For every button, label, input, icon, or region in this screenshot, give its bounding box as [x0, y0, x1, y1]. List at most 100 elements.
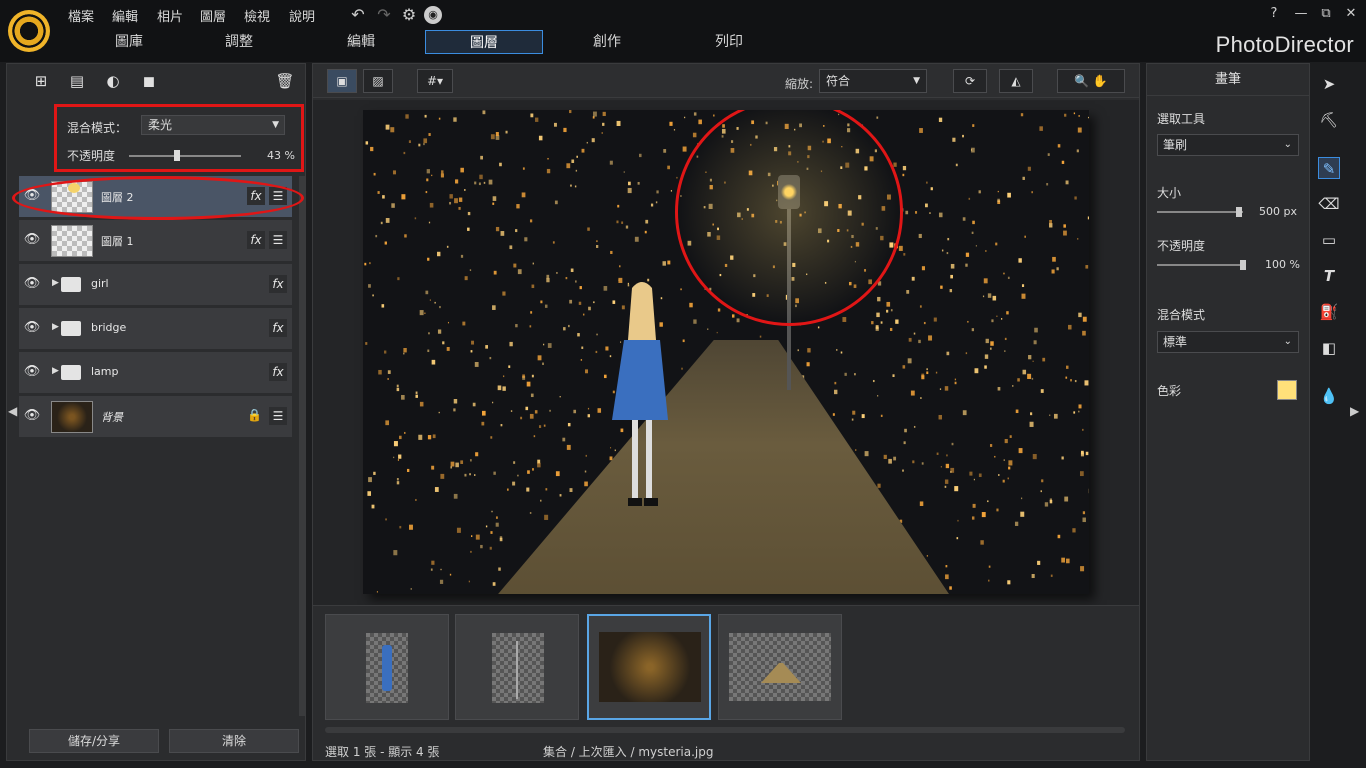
adjust-layer-icon[interactable]: ◐ [101, 72, 125, 92]
zoom-pan-tools[interactable]: 🔍 ✋ [1057, 69, 1125, 93]
layer-thumbnail [51, 401, 93, 433]
menu-edit[interactable]: 編輯 [112, 6, 138, 25]
rectangle-icon[interactable]: ▭ [1318, 229, 1340, 251]
redo-icon[interactable]: ↷ [374, 5, 394, 25]
layers-scrollbar[interactable] [299, 176, 305, 716]
filmstrip [313, 605, 1139, 740]
chevron-down-icon: ▼ [272, 120, 279, 130]
tab-edit[interactable]: 編輯 [302, 30, 420, 54]
layer-menu-icon[interactable]: ▤ [65, 72, 89, 92]
film-thumbnail[interactable] [718, 614, 842, 720]
film-thumbnail[interactable] [325, 614, 449, 720]
fx-icon[interactable]: fx [269, 319, 287, 337]
restore-button[interactable]: ⧉ [1317, 6, 1335, 22]
eye-icon[interactable]: 👁 [21, 276, 43, 292]
film-thumbnail[interactable] [455, 614, 579, 720]
quick-select-icon[interactable]: ⛏ [1318, 109, 1340, 131]
trash-icon[interactable]: 🗑 [273, 72, 297, 92]
expand-arrow-icon[interactable]: ▶ [52, 278, 59, 288]
expand-arrow-icon[interactable]: ▶ [52, 322, 59, 332]
tab-layers[interactable]: 圖層 [425, 30, 543, 54]
lock-icon: 🔒 [247, 408, 262, 422]
menu-photo[interactable]: 相片 [157, 6, 183, 25]
dropper-icon[interactable]: 💧 [1318, 385, 1340, 407]
adjustment-icon[interactable]: ☰ [269, 407, 287, 425]
eye-icon[interactable]: 👁 [21, 364, 43, 380]
folder-icon [61, 277, 81, 292]
help-button[interactable]: ? [1265, 6, 1283, 22]
size-slider[interactable] [1157, 207, 1243, 217]
collapse-right-icon[interactable]: ▶ [1350, 404, 1359, 418]
menu-help[interactable]: 說明 [289, 6, 315, 25]
brush-opacity-slider-handle[interactable] [1240, 260, 1246, 270]
layer-row[interactable]: 👁 ▶ lamp fx [19, 352, 292, 394]
opacity-label: 不透明度 [67, 149, 116, 163]
menu-layer[interactable]: 圖層 [200, 6, 226, 25]
layer-row[interactable]: 👁 圖層 1 fx ☰ [19, 220, 292, 262]
select-tool-select[interactable]: 筆刷 ⌄ [1157, 134, 1299, 156]
layer-row[interactable]: 👁 ▶ bridge fx [19, 308, 292, 350]
size-slider-handle[interactable] [1235, 207, 1242, 217]
brush-icon[interactable]: ✎ [1318, 157, 1340, 179]
rotate-button[interactable]: ⟳ [953, 69, 987, 93]
eye-icon[interactable]: 👁 [21, 232, 43, 248]
gradient-icon[interactable]: ◧ [1318, 337, 1340, 359]
filmstrip-scrollbar[interactable] [325, 727, 1125, 733]
add-layer-icon[interactable]: ⊞ [29, 72, 53, 92]
photo-canvas[interactable] [363, 110, 1089, 594]
brush-opacity-label: 不透明度 [1157, 239, 1206, 253]
flip-button[interactable]: ◭ [999, 69, 1033, 93]
blend-mode-select[interactable]: 柔光 ▼ [141, 115, 285, 135]
tool-strip: ➤ ⛏ ✎ ⌫ ▭ T ⛽ ◧ 💧 [1314, 63, 1344, 761]
grid-button[interactable]: #▾ [417, 69, 453, 93]
mask-icon[interactable]: ◼ [137, 72, 161, 92]
app-logo-icon [8, 10, 50, 52]
menu-file[interactable]: 檔案 [68, 6, 94, 25]
layer-name: bridge [91, 321, 127, 334]
fx-icon[interactable]: fx [269, 363, 287, 381]
brush-blend-select[interactable]: 標準 ⌄ [1157, 331, 1299, 353]
eye-icon[interactable]: 👁 [21, 408, 43, 424]
tab-library[interactable]: 圖庫 [70, 30, 188, 54]
pointer-icon[interactable]: ➤ [1318, 73, 1340, 95]
save-share-button[interactable]: 儲存/分享 [29, 729, 159, 753]
layer-row[interactable]: 👁 背景 🔒 ☰ [19, 396, 292, 438]
brush-panel: 畫筆 選取工具 筆刷 ⌄ 大小 500 px 不透明度 100 % 混合模式 標… [1146, 63, 1310, 761]
eraser-icon[interactable]: ⌫ [1318, 193, 1340, 215]
fx-icon[interactable]: fx [269, 275, 287, 293]
close-button[interactable]: ✕ [1342, 6, 1360, 22]
folder-icon [61, 365, 81, 380]
paint-bucket-icon[interactable]: ⛽ [1318, 301, 1340, 323]
adjustment-icon[interactable]: ☰ [269, 231, 287, 249]
undo-icon[interactable]: ↶ [348, 5, 368, 25]
brush-opacity-slider[interactable] [1157, 260, 1246, 270]
zoom-value: 符合 [826, 74, 851, 88]
layer-row[interactable]: 👁 ▶ girl fx [19, 264, 292, 306]
account-icon[interactable]: ◉ [424, 6, 442, 24]
compare-view-button[interactable]: ▨ [363, 69, 393, 93]
canvas-area[interactable] [313, 100, 1139, 605]
zoom-select[interactable]: 符合 ▼ [819, 69, 927, 93]
tab-print[interactable]: 列印 [670, 30, 788, 54]
collapse-left-icon[interactable]: ◀ [8, 404, 17, 418]
expand-arrow-icon[interactable]: ▶ [52, 366, 59, 376]
tab-create[interactable]: 創作 [548, 30, 666, 54]
text-icon[interactable]: T [1318, 265, 1340, 287]
status-path: 集合 / 上次匯入 / mysteria.jpg [543, 745, 714, 759]
single-view-button[interactable]: ▣ [327, 69, 357, 93]
tab-adjust[interactable]: 調整 [180, 30, 298, 54]
eye-icon[interactable]: 👁 [21, 320, 43, 336]
film-thumbnail[interactable] [587, 614, 711, 720]
brush-panel-title: 畫筆 [1147, 64, 1309, 96]
color-swatch[interactable] [1277, 380, 1297, 400]
layers-panel: ⊞ ▤ ◐ ◼ 🗑 混合模式： 柔光 ▼ 不透明度 43 % 👁 圖層 2 fx… [6, 63, 306, 761]
minimize-button[interactable]: — [1292, 6, 1310, 22]
fx-icon[interactable]: fx [247, 231, 265, 249]
clear-button[interactable]: 清除 [169, 729, 299, 753]
opacity-slider-handle[interactable] [174, 150, 181, 161]
opacity-slider[interactable] [129, 150, 241, 161]
brush-opacity-value: 100 % [1265, 258, 1300, 271]
menu-view[interactable]: 檢視 [244, 6, 270, 25]
folder-icon [61, 321, 81, 336]
settings-gear-icon[interactable]: ⚙ [399, 5, 419, 25]
